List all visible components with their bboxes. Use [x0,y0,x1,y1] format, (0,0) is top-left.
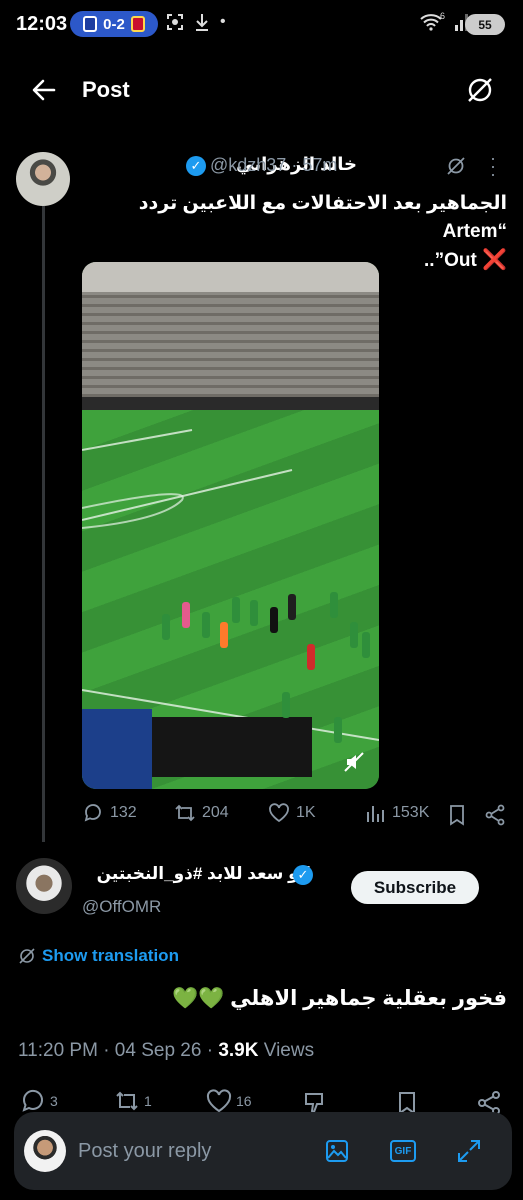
reply-input[interactable]: Post your reply [78,1140,211,1163]
score-text: 0-2 [103,15,125,33]
grok-icon [19,948,35,964]
status-time: 12:03 [16,13,68,35]
repost-count: 204 [202,804,229,821]
views-action[interactable]: 153K [364,802,429,824]
player [282,692,290,718]
reply-author-name-text: ابو سعد للابد #ذو_النخبتين [96,864,311,883]
battery-indicator: 55 [465,14,505,35]
battery-level: 55 [478,17,492,32]
player [162,614,170,640]
analytics-icon [367,806,384,822]
mute-icon[interactable] [343,751,365,773]
ad-board [82,397,379,411]
back-arrow-icon[interactable] [28,74,60,106]
live-score-pill[interactable]: 0-2 [70,11,158,37]
reply-action[interactable]: 3 [20,1088,58,1114]
team-crest-icon [130,16,145,32]
player [232,597,240,623]
reply-icon [84,804,101,822]
reply-action[interactable]: 132 [82,802,137,824]
image-icon[interactable] [324,1138,350,1164]
avatar [24,1130,66,1172]
reply-author-name[interactable]: ابو سعد للابد #ذو_النخبتين [97,864,311,884]
show-translation-link[interactable]: Show translation [18,946,179,966]
heart-icon [269,803,289,823]
avatar[interactable] [16,152,70,206]
reply-text-body: فخور بعقلية جماهير الاهلي [230,987,507,1010]
sideline-screen [152,717,312,777]
download-icon [196,14,208,31]
sideline-banner [82,709,152,789]
post-time: 57m [302,155,338,175]
grok-icon[interactable] [446,156,466,181]
reply-count: 3 [50,1093,58,1109]
subscribe-button[interactable]: Subscribe [351,871,479,904]
repost-icon [116,1091,138,1111]
network-label: 6 [440,11,446,21]
verified-badge-icon: ✓ [186,156,206,176]
expand-icon[interactable] [456,1138,482,1164]
reply-author-handle[interactable]: @OffOMR [82,897,161,917]
player [362,632,370,658]
thread-connector [42,206,45,842]
like-count: 1K [296,804,316,821]
player [182,602,190,628]
repost-action[interactable]: 1 [114,1088,152,1114]
system-icons: 6 [420,11,469,31]
player [307,644,315,670]
wifi-icon [420,14,442,31]
reply-count: 132 [110,804,137,821]
grok-icon[interactable] [464,74,496,106]
avatar[interactable] [16,858,72,914]
dot-icon: • [220,13,226,30]
share-icon[interactable] [484,804,506,826]
reply-text: فخور بعقلية جماهير الاهلي 💚💚 [172,986,507,1011]
bookmark-icon[interactable] [446,804,468,826]
author-handle-line: @kdzh37 · 57m [210,155,338,175]
like-action[interactable]: 16 [206,1088,252,1114]
screenshot-icon [167,14,183,30]
player [288,594,296,620]
tweet-text-line2: Out”.. [424,250,477,271]
views-count: 153K [392,804,430,821]
page-title: Post [82,77,130,102]
reply-icon [22,1089,43,1112]
player [270,607,278,633]
player [330,592,338,618]
post-meta: 11:20 PM · 04 Sep 26 · 3.9K Views [18,1040,314,1062]
video-player[interactable] [82,262,379,789]
player [350,622,358,648]
green-heart-emoji: 💚💚 [171,987,225,1010]
verified-badge-icon: ✓ [293,865,313,885]
views-label: Views [263,1040,315,1061]
repost-action[interactable]: 204 [174,802,229,824]
repost-count: 1 [144,1093,152,1109]
cross-mark-emoji: ❌ [482,249,507,271]
like-action[interactable]: 1K [268,802,316,824]
show-translation-label: Show translation [42,946,179,965]
stadium-roof [82,262,379,292]
player [220,622,228,648]
views-number: 3.9K [218,1040,259,1061]
tweet-text-line1: الجماهير بعد الاحتفالات مع اللاعبين تردد… [138,193,507,242]
heart-icon [206,1089,232,1113]
notification-icons: • [166,13,226,31]
player [250,600,258,626]
like-count: 16 [236,1093,252,1109]
repost-icon [175,804,195,822]
post-timestamp: 11:20 PM · 04 Sep 26 · [18,1040,219,1061]
more-options-icon[interactable]: · · · [490,149,496,183]
player [202,612,210,638]
author-handle[interactable]: @kdzh37 [210,155,286,175]
gif-button[interactable]: GIF [390,1140,416,1162]
team-crest-icon [83,16,98,32]
player [334,717,342,743]
